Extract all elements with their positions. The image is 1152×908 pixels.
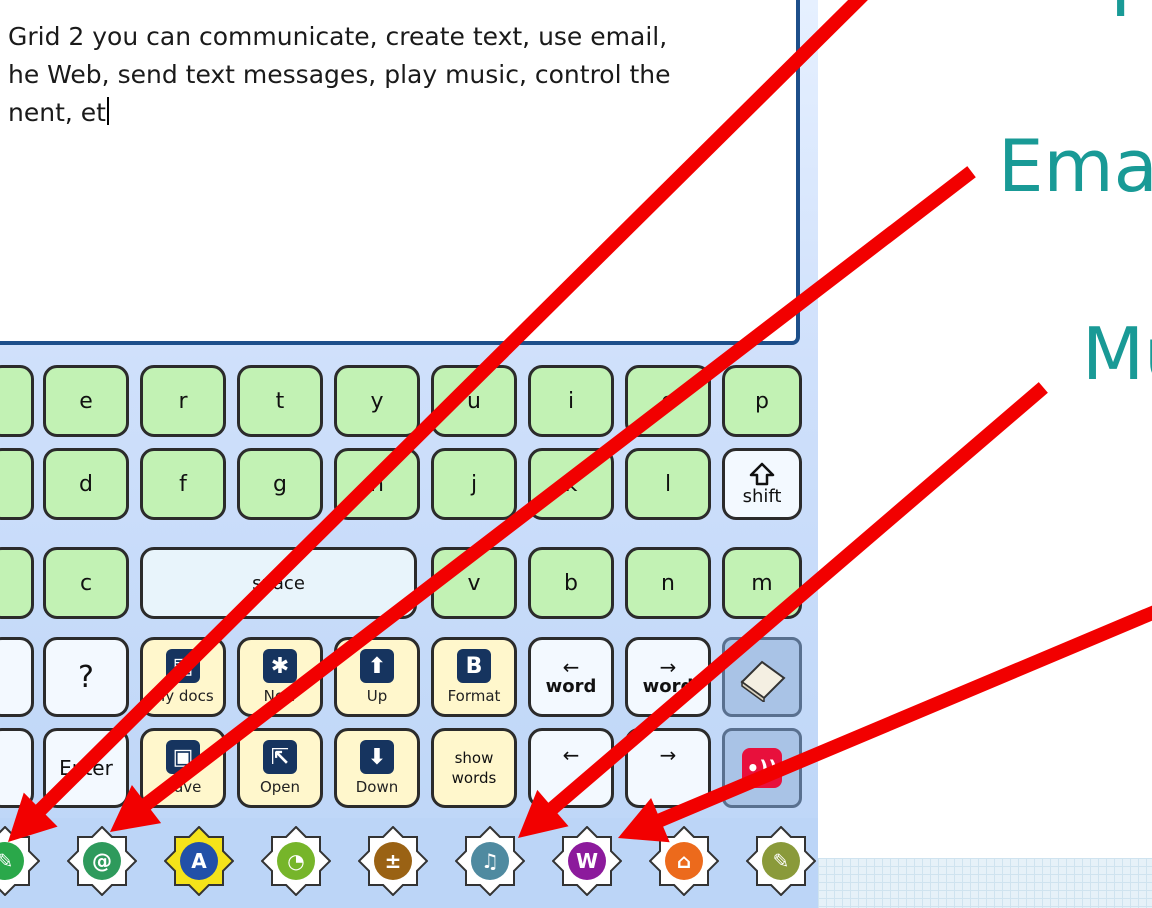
tool-email-button[interactable]: @	[67, 826, 137, 896]
shift-arrow-icon	[749, 462, 775, 485]
key-s-partial[interactable]	[0, 448, 34, 520]
tool-writing-button[interactable]: A	[164, 826, 234, 896]
key-v[interactable]: v	[431, 547, 517, 619]
text-line-3: nent, et	[8, 98, 106, 127]
save-button[interactable]: ▣ Save	[140, 728, 226, 808]
space-key[interactable]: space	[140, 547, 417, 619]
speech-output-icon: •))	[742, 748, 782, 788]
environment-icon: ⌂	[665, 842, 703, 880]
key-c[interactable]: c	[43, 547, 129, 619]
tool-web-button[interactable]: W	[552, 826, 622, 896]
key-x-partial[interactable]	[0, 547, 34, 619]
key-b[interactable]: b	[528, 547, 614, 619]
word-right-button[interactable]: → word	[625, 637, 711, 717]
key-w-partial[interactable]	[0, 365, 34, 437]
text-cursor	[106, 97, 109, 125]
writing-icon: A	[180, 842, 218, 880]
music-note-icon: ♫	[471, 842, 509, 880]
tool-settings-button[interactable]: ✎	[746, 826, 816, 896]
arrow-up-icon: ⬆	[360, 649, 394, 683]
key-d[interactable]: d	[43, 448, 129, 520]
speak-button[interactable]: •))	[722, 728, 802, 808]
at-sign-icon: @	[83, 842, 121, 880]
key-r[interactable]: r	[140, 365, 226, 437]
new-star-icon: ✱	[263, 649, 297, 683]
key-n[interactable]: n	[625, 547, 711, 619]
wrench-icon: ✎	[762, 842, 800, 880]
down-button[interactable]: ⬇ Down	[334, 728, 420, 808]
question-mark-key[interactable]: ?	[43, 637, 129, 717]
key-y[interactable]: y	[334, 365, 420, 437]
arrow-right-icon: →	[659, 654, 677, 679]
word-left-button[interactable]: ← word	[528, 637, 614, 717]
key-u[interactable]: u	[431, 365, 517, 437]
slide-top-partial: I	[1110, 0, 1131, 27]
shift-key[interactable]: shift	[722, 448, 802, 520]
grid2-window: Grid 2 you can communicate, create text,…	[0, 0, 818, 908]
arrow-right-icon: →	[659, 743, 677, 767]
open-icon: ⇱	[263, 740, 297, 774]
text-line-2: he Web, send text messages, play music, …	[8, 60, 671, 89]
tool-chat-button[interactable]: ✎	[0, 826, 40, 896]
open-button[interactable]: ⇱ Open	[237, 728, 323, 808]
tool-environment-button[interactable]: ⌂	[649, 826, 719, 896]
key-f[interactable]: f	[140, 448, 226, 520]
slide-label-music: Mu	[1082, 312, 1152, 396]
key-i[interactable]: i	[528, 365, 614, 437]
move-right-button[interactable]: →	[625, 728, 711, 808]
tool-music-button[interactable]: ♫	[455, 826, 525, 896]
tool-clock-button[interactable]: ◔	[261, 826, 331, 896]
calculator-icon: ±	[374, 842, 412, 880]
show-words-button[interactable]: show words	[431, 728, 517, 808]
key-m[interactable]: m	[722, 547, 802, 619]
key-k[interactable]: k	[528, 448, 614, 520]
tool-calculator-button[interactable]: ±	[358, 826, 428, 896]
arrow-down-icon: ⬇	[360, 740, 394, 774]
key-p[interactable]: p	[722, 365, 802, 437]
web-icon: W	[568, 842, 606, 880]
key-punct-partial[interactable]	[0, 637, 34, 717]
slide-label-email: Ema	[998, 124, 1152, 208]
text-document-area[interactable]: Grid 2 you can communicate, create text,…	[0, 0, 800, 345]
key-l[interactable]: l	[625, 448, 711, 520]
text-line-1: Grid 2 you can communicate, create text,…	[8, 22, 668, 51]
keyboard-key-button[interactable]	[722, 637, 802, 717]
format-button[interactable]: B Format	[431, 637, 517, 717]
key-o[interactable]: o	[625, 365, 711, 437]
key-g[interactable]: g	[237, 448, 323, 520]
arrow-left-icon: ←	[562, 654, 580, 679]
new-document-button[interactable]: ✱ New	[237, 637, 323, 717]
keyboard-key-icon	[740, 660, 786, 702]
enter-key[interactable]: Enter	[43, 728, 129, 808]
key-h[interactable]: h	[334, 448, 420, 520]
save-icon: ▣	[166, 740, 200, 774]
key-t[interactable]: t	[237, 365, 323, 437]
up-button[interactable]: ⬆ Up	[334, 637, 420, 717]
slide-grid-pattern	[818, 858, 1152, 908]
clock-icon: ◔	[277, 842, 315, 880]
arrow-left-icon: ←	[562, 743, 580, 767]
key-e[interactable]: e	[43, 365, 129, 437]
bold-icon: B	[457, 649, 491, 683]
document-text: Grid 2 you can communicate, create text,…	[8, 18, 671, 132]
my-docs-button[interactable]: ▤ My docs	[140, 637, 226, 717]
key-partial-left[interactable]	[0, 728, 34, 808]
key-j[interactable]: j	[431, 448, 517, 520]
move-left-button[interactable]: ←	[528, 728, 614, 808]
documents-icon: ▤	[166, 649, 200, 683]
